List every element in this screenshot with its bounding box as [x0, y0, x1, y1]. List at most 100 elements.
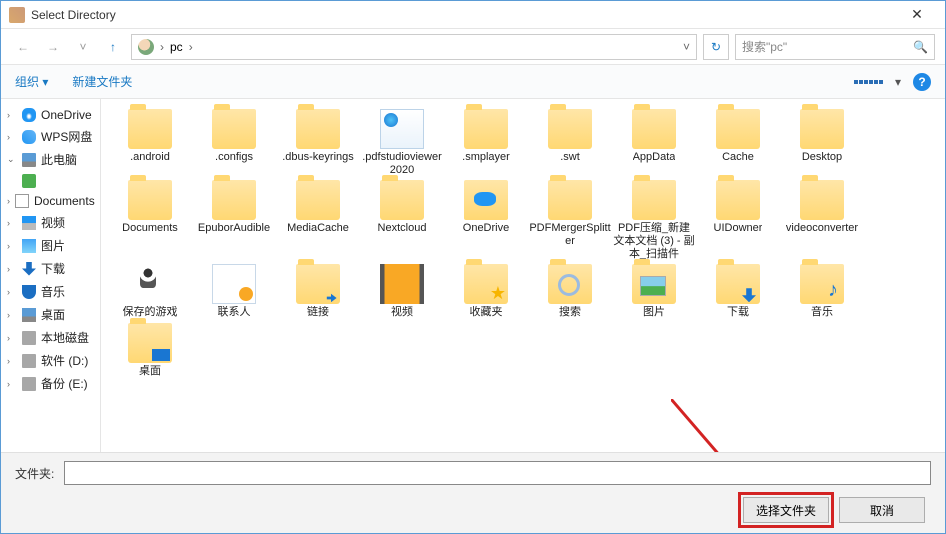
- sidebar-label: 软件 (D:): [41, 352, 88, 369]
- sidebar: ›OneDrive›WPS网盘⌄此电脑›Documents›视频›图片›下载›音…: [1, 99, 101, 459]
- folder-item[interactable]: Documents: [109, 180, 191, 260]
- close-button[interactable]: ✕: [897, 6, 937, 23]
- select-folder-button[interactable]: 选择文件夹: [743, 497, 829, 523]
- folder-item[interactable]: EpuborAudible: [193, 180, 275, 260]
- expand-icon[interactable]: ⌄: [7, 154, 17, 165]
- folder-item[interactable]: 音乐: [781, 264, 863, 319]
- sidebar-item[interactable]: ›下载: [1, 257, 100, 280]
- folder-item[interactable]: 收藏夹: [445, 264, 527, 319]
- sidebar-icon: [22, 174, 36, 188]
- sidebar-item[interactable]: › 音乐: [1, 280, 100, 303]
- breadcrumb-location[interactable]: pc: [170, 40, 183, 54]
- folder-item[interactable]: .dbus-keyrings: [277, 109, 359, 176]
- sidebar-item[interactable]: ›OneDrive: [1, 105, 100, 125]
- folder-label: 桌面: [139, 365, 161, 378]
- titlebar: Select Directory ✕: [1, 1, 945, 29]
- folder-item[interactable]: UIDowner: [697, 180, 779, 260]
- folder-item[interactable]: PDFMergerSplitter: [529, 180, 611, 260]
- sidebar-label: 备份 (E:): [41, 375, 88, 392]
- sidebar-label: 视频: [41, 214, 65, 231]
- expand-icon[interactable]: ›: [7, 196, 10, 206]
- folder-icon: [632, 264, 676, 304]
- file-list[interactable]: .android.configs.dbus-keyrings.pdfstudio…: [101, 99, 945, 459]
- folder-item[interactable]: 联系人: [193, 264, 275, 319]
- sidebar-item[interactable]: › 软件 (D:): [1, 349, 100, 372]
- folder-label: AppData: [633, 151, 676, 164]
- folder-item[interactable]: .pdfstudioviewer2020: [361, 109, 443, 176]
- folder-icon: [296, 109, 340, 149]
- sidebar-item[interactable]: › 视频: [1, 211, 100, 234]
- expand-icon[interactable]: ›: [7, 264, 17, 274]
- expand-icon[interactable]: ›: [7, 310, 17, 320]
- folder-item[interactable]: 图片: [613, 264, 695, 319]
- folder-item[interactable]: Nextcloud: [361, 180, 443, 260]
- folder-item[interactable]: .swt: [529, 109, 611, 176]
- folder-item[interactable]: PDF压缩_新建文本文档 (3) - 副本_扫描件: [613, 180, 695, 260]
- folder-item[interactable]: 搜索: [529, 264, 611, 319]
- search-placeholder: 搜索"pc": [742, 38, 787, 55]
- sidebar-item[interactable]: ›图片: [1, 234, 100, 257]
- folder-icon: [464, 264, 508, 304]
- expand-icon[interactable]: ›: [7, 287, 17, 297]
- folder-item[interactable]: 桌面: [109, 323, 191, 378]
- folder-input[interactable]: [64, 461, 931, 485]
- expand-icon[interactable]: ›: [7, 379, 17, 389]
- expand-icon[interactable]: ›: [7, 356, 17, 366]
- forward-button[interactable]: →: [41, 35, 65, 59]
- cancel-button[interactable]: 取消: [839, 497, 925, 523]
- sidebar-item[interactable]: ⌄ 此电脑: [1, 148, 100, 171]
- folder-item[interactable]: .smplayer: [445, 109, 527, 176]
- folder-item[interactable]: 链接: [277, 264, 359, 319]
- folder-item[interactable]: videoconverter: [781, 180, 863, 260]
- search-box[interactable]: 搜索"pc" 🔍: [735, 34, 935, 60]
- expand-icon[interactable]: ›: [7, 241, 17, 251]
- folder-item[interactable]: 视频: [361, 264, 443, 319]
- recent-dropdown[interactable]: ˅: [71, 35, 95, 59]
- folder-item[interactable]: AppData: [613, 109, 695, 176]
- sidebar-label: 音乐: [41, 283, 65, 300]
- folder-item[interactable]: .configs: [193, 109, 275, 176]
- expand-icon[interactable]: ›: [7, 218, 17, 228]
- folder-label: Documents: [122, 222, 178, 235]
- folder-item[interactable]: Desktop: [781, 109, 863, 176]
- breadcrumb-sep: ›: [189, 40, 193, 54]
- new-folder-button[interactable]: 新建文件夹: [72, 73, 132, 90]
- expand-icon[interactable]: ›: [7, 110, 17, 120]
- address-bar[interactable]: › pc › ˅: [131, 34, 697, 60]
- view-options-button[interactable]: [854, 80, 883, 84]
- back-button[interactable]: ←: [11, 35, 35, 59]
- organize-menu[interactable]: 组织 ▾: [15, 73, 48, 90]
- folder-icon: [212, 180, 256, 220]
- folder-item[interactable]: MediaCache: [277, 180, 359, 260]
- nav-row: ← → ˅ ↑ › pc › ˅ ↻ 搜索"pc" 🔍: [1, 29, 945, 65]
- sidebar-item[interactable]: ›WPS网盘: [1, 125, 100, 148]
- folder-label: 联系人: [218, 306, 251, 319]
- folder-item[interactable]: Cache: [697, 109, 779, 176]
- sidebar-item[interactable]: ›Documents: [1, 191, 100, 211]
- sidebar-icon: [22, 130, 36, 144]
- folder-item[interactable]: 保存的游戏: [109, 264, 191, 319]
- folder-icon: [464, 109, 508, 149]
- sidebar-item[interactable]: [1, 171, 100, 191]
- folder-item[interactable]: OneDrive: [445, 180, 527, 260]
- sidebar-item[interactable]: ›桌面: [1, 303, 100, 326]
- folder-icon: [800, 109, 844, 149]
- address-dropdown-icon[interactable]: ˅: [683, 40, 690, 54]
- folder-item[interactable]: 下载: [697, 264, 779, 319]
- sidebar-label: 此电脑: [41, 151, 77, 168]
- sidebar-item[interactable]: › 备份 (E:): [1, 372, 100, 395]
- folder-item[interactable]: .android: [109, 109, 191, 176]
- sidebar-item[interactable]: ›本地磁盘: [1, 326, 100, 349]
- expand-icon[interactable]: ›: [7, 333, 17, 343]
- refresh-button[interactable]: ↻: [703, 34, 729, 60]
- folder-label: Nextcloud: [378, 222, 427, 235]
- folder-icon: [800, 264, 844, 304]
- folder-icon: [548, 109, 592, 149]
- folder-label: .pdfstudioviewer2020: [361, 151, 443, 176]
- up-button[interactable]: ↑: [101, 35, 125, 59]
- folder-label: PDFMergerSplitter: [529, 222, 611, 247]
- view-dropdown-icon[interactable]: ▾: [895, 75, 901, 89]
- footer: 文件夹: 选择文件夹 取消: [1, 452, 945, 533]
- expand-icon[interactable]: ›: [7, 132, 17, 142]
- help-icon[interactable]: ?: [913, 73, 931, 91]
